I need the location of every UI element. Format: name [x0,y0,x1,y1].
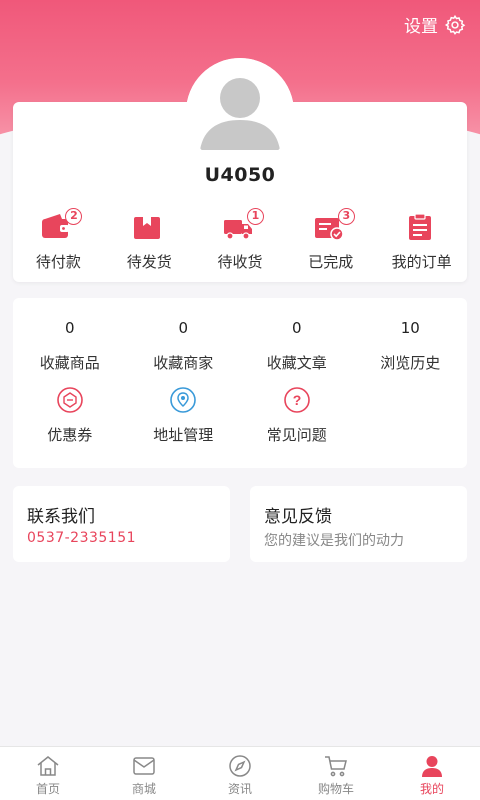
order-label: 已完成 [308,253,354,271]
favorite-articles[interactable]: 0 收藏文章 [240,318,354,373]
avatar-placeholder-icon [186,58,294,166]
order-badge: 2 [65,208,83,225]
user-icon [422,756,442,777]
gear-icon [444,14,466,35]
order-badge: 3 [337,208,355,225]
username: U4050 [204,164,276,186]
location-icon [170,387,197,413]
avatar[interactable] [186,58,294,166]
package-icon [134,217,161,239]
stat-value: 10 [400,319,420,337]
faq[interactable]: ? 常见问题 [240,386,354,445]
stat-value: 0 [64,319,75,337]
tab-home[interactable]: 首页 [0,747,96,800]
settings-button[interactable]: 设置 [404,12,466,37]
stat-value: 0 [291,319,302,337]
tab-label: 购物车 [317,782,354,796]
mail-icon [133,757,155,775]
order-badge: 1 [246,208,264,225]
question-icon: ? [283,387,310,413]
stats-card: 0 收藏商品 0 收藏商家 0 收藏文章 10 浏览历史 优惠券 地址管理 ? … [13,298,467,468]
clipboard-icon [408,213,431,240]
service-label: 优惠券 [47,426,93,444]
stat-label: 收藏商品 [39,354,100,372]
browse-history[interactable]: 10 浏览历史 [354,318,468,373]
home-icon [37,756,59,776]
cart-icon [325,756,347,777]
tab-label: 我的 [419,782,444,796]
stat-value: 0 [178,319,189,337]
feedback-subtitle: 您的建议是我们的动力 [264,533,404,549]
stat-label: 收藏商家 [153,354,214,372]
order-label: 待付款 [35,253,81,271]
tab-mall[interactable]: 商城 [96,747,192,800]
order-label: 待收货 [217,253,263,271]
svg-text:?: ? [292,392,301,408]
address-management[interactable]: 地址管理 [127,386,241,445]
order-pending-receipt[interactable]: 1 待收货 [195,208,286,272]
order-completed[interactable]: 3 已完成 [285,208,376,272]
tab-label: 商城 [131,782,156,796]
service-label: 地址管理 [153,426,214,444]
compass-icon [229,755,251,777]
order-status-row: 2 待付款 待发货 1 待收货 3 已完成 我的订单 [13,208,467,272]
tab-label: 首页 [35,782,60,796]
feedback-title: 意见反馈 [264,507,332,527]
tab-label: 资讯 [227,782,252,796]
order-pending-payment[interactable]: 2 待付款 [13,208,104,272]
my-orders[interactable]: 我的订单 [376,208,467,272]
order-label: 我的订单 [391,253,452,271]
order-label: 待发货 [126,253,172,271]
tab-me[interactable]: 我的 [384,747,480,800]
stats-row: 0 收藏商品 0 收藏商家 0 收藏文章 10 浏览历史 [13,318,467,373]
order-pending-shipment[interactable]: 待发货 [104,208,195,272]
coupon-icon [56,387,83,413]
contact-phone[interactable]: 0537-2335151 [27,530,136,546]
favorite-shops[interactable]: 0 收藏商家 [127,318,241,373]
stat-label: 浏览历史 [380,354,441,372]
contact-us-card[interactable]: 联系我们 0537-2335151 [13,486,230,562]
service-label: 常见问题 [266,426,327,444]
coupons[interactable]: 优惠券 [13,386,127,445]
tab-cart[interactable]: 购物车 [288,747,384,800]
feedback-card[interactable]: 意见反馈 您的建议是我们的动力 [250,486,467,562]
stat-label: 收藏文章 [266,354,327,372]
favorite-products[interactable]: 0 收藏商品 [13,318,127,373]
bottom-tab-bar: 首页 商城 资讯 购物车 我的 [0,746,480,800]
contact-title: 联系我们 [27,507,95,527]
settings-label: 设置 [404,17,438,37]
services-row: 优惠券 地址管理 ? 常见问题 [13,386,467,445]
tab-news[interactable]: 资讯 [192,747,288,800]
